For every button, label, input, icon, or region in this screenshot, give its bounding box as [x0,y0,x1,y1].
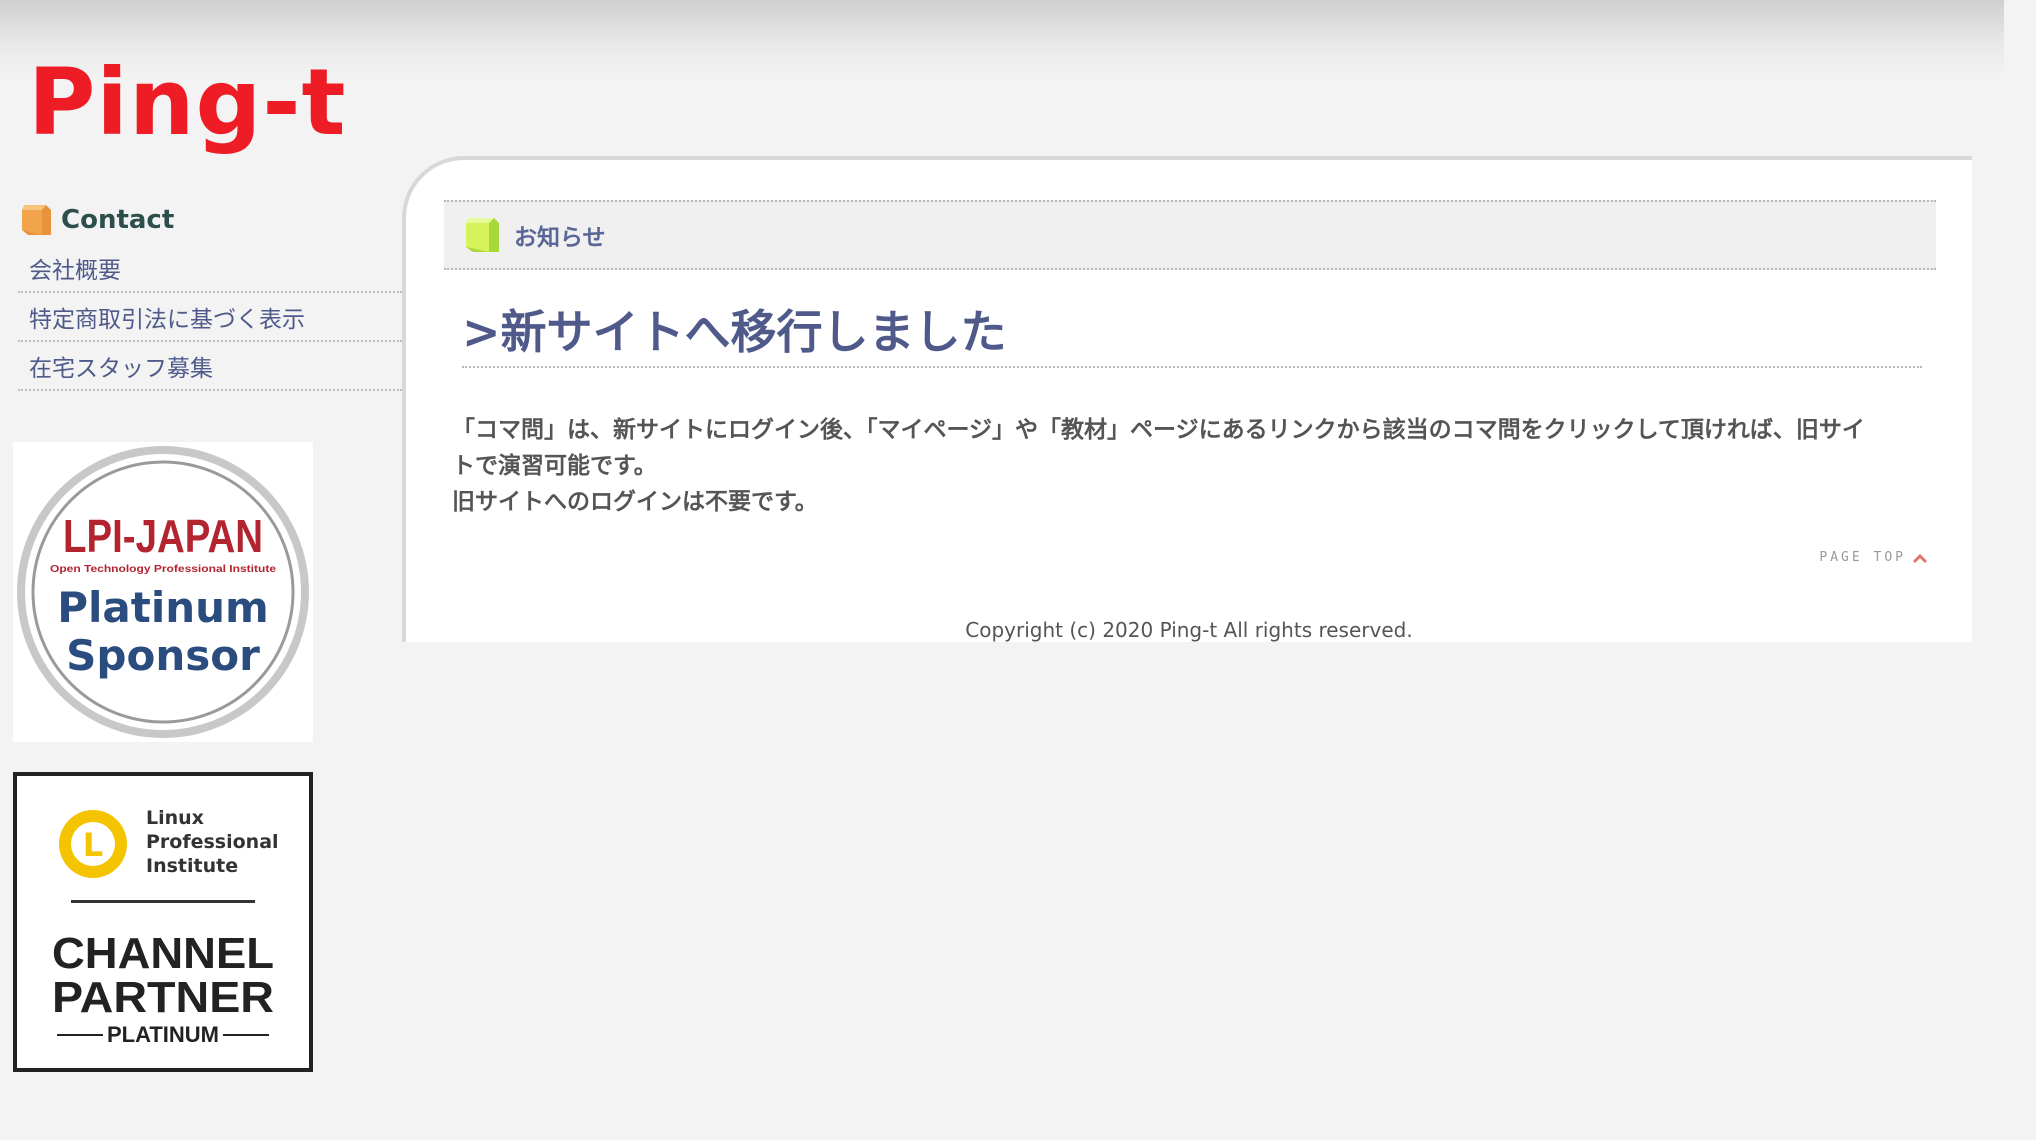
sidebar-links: 会社概要 特定商取引法に基づく表示 在宅スタッフ募集 [18,244,402,391]
sidebar: Contact 会社概要 特定商取引法に基づく表示 在宅スタッフ募集 [18,196,402,391]
article-body: 「コマ問」は、新サイトにログイン後、「マイページ」や「教材」ページにあるリンクか… [452,412,1942,520]
sidebar-heading: Contact [18,196,402,244]
sidebar-item-staff-recruit[interactable]: 在宅スタッフ募集 [18,342,402,391]
lpi-japan-sponsor: Sponsor [66,631,260,680]
lpi-tier-text: PLATINUM [107,1022,219,1047]
notice-label: お知らせ [514,225,606,251]
orange-cube-icon [22,205,51,235]
lpi-japan-badge-graphic: LPI-JAPAN Open Technology Professional I… [17,446,309,738]
copyright-text: Copyright (c) 2020 Ping-t All rights res… [965,618,1413,642]
lpi-japan-title: LPI-JAPAN [63,510,263,562]
lpi-japan-sponsor-badge[interactable]: LPI-JAPAN Open Technology Professional I… [13,442,313,742]
sidebar-item-commerce-law[interactable]: 特定商取引法に基づく表示 [18,293,402,342]
lpi-partner-text: PARTNER [52,973,274,1022]
article-paragraph: 「コマ問」は、新サイトにログイン後、「マイページ」や「教材」ページにあるリンクか… [452,417,1865,479]
main-content-panel: お知らせ >新サイトへ移行しました 「コマ問」は、新サイトにログイン後、「マイペ… [402,156,1972,642]
lpi-channel-text: CHANNEL [52,929,274,978]
notice-header: お知らせ [444,200,1936,270]
lpi-org-line2: Professional [146,831,279,853]
svg-text:L: L [83,826,103,864]
lpi-channel-badge-graphic: L Linux Professional Institute CHANNEL P… [13,772,313,1072]
lpi-channel-partner-badge[interactable]: L Linux Professional Institute CHANNEL P… [13,772,313,1072]
sidebar-item-company[interactable]: 会社概要 [18,244,402,293]
article-paragraph: 旧サイトへのログインは不要です。 [452,489,818,515]
lpi-japan-subtitle: Open Technology Professional Institute [50,564,277,575]
lpi-org-line1: Linux [146,807,204,829]
chevron-up-icon [1912,553,1928,563]
page-top-label: PAGE TOP [1819,550,1906,565]
site-logo[interactable]: Ping-t [28,48,346,158]
page-top-link[interactable]: PAGE TOP [1819,550,1928,565]
lpi-japan-platinum: Platinum [57,583,269,632]
article-title: >新サイトへ移行しました [462,300,1922,368]
lpi-org-line3: Institute [146,855,238,877]
sidebar-heading-label: Contact [61,205,175,235]
green-cube-icon [466,218,499,252]
